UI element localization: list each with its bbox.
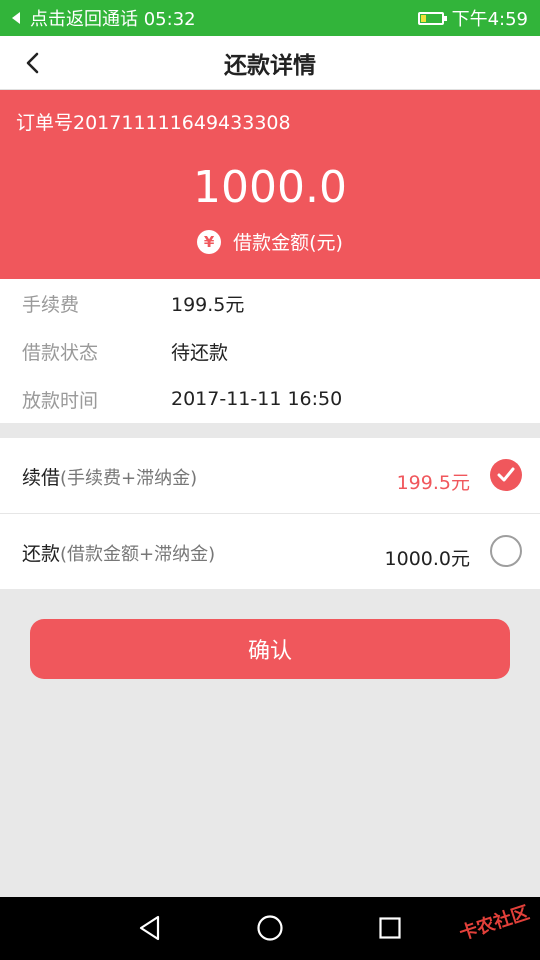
radio-unchecked-icon[interactable]	[490, 535, 522, 567]
info-key: 手续费	[22, 293, 80, 316]
nav-home-icon[interactable]	[253, 911, 287, 945]
system-nav-bar: 卡农社区	[0, 897, 540, 960]
yen-icon: ¥	[197, 229, 222, 254]
option-amount: 199.5元	[396, 472, 470, 494]
screen: 点击返回通话 05:32 下午4:59 还款详情 订单号201711111649…	[0, 0, 540, 960]
return-call-arrow-icon[interactable]	[12, 12, 20, 24]
info-row-status: 借款状态 待还款	[0, 327, 540, 375]
option-name: 还款	[22, 543, 61, 565]
info-key: 借款状态	[22, 341, 99, 364]
option-sub: (借款金额+滞纳金)	[60, 544, 216, 565]
order-summary: 订单号201711111649433308 1000.0 ¥ 借款金额(元)	[0, 90, 540, 279]
option-label: 还款(借款金额+滞纳金)	[22, 539, 215, 566]
status-bar: 点击返回通话 05:32 下午4:59	[0, 0, 540, 36]
confirm-button[interactable]: 确认	[30, 619, 510, 679]
title-bar: 还款详情	[0, 36, 540, 90]
nav-recents-icon[interactable]	[373, 911, 407, 945]
radio-checked-icon[interactable]	[490, 459, 522, 491]
option-sub: (手续费+滞纳金)	[60, 468, 198, 489]
loan-amount: 1000.0	[193, 162, 347, 213]
battery-icon	[417, 11, 447, 25]
order-number: 订单号201711111649433308	[16, 112, 291, 134]
loan-amount-label-row: ¥ 借款金额(元)	[0, 228, 540, 255]
option-amount: 1000.0元	[384, 548, 470, 570]
status-right: 下午4:59	[417, 0, 528, 36]
info-value: 2017-11-11 16:50	[171, 388, 343, 410]
back-button[interactable]	[14, 44, 52, 82]
option-name: 续借	[22, 467, 61, 489]
clock: 下午4:59	[451, 9, 528, 30]
repayment-options: 续借(手续费+滞纳金) 199.5元 还款(借款金额+滞纳金) 1000.0元	[0, 438, 540, 589]
info-row-fee: 手续费 199.5元	[0, 279, 540, 327]
watermark-logo: 卡农社区	[456, 902, 532, 945]
page-title: 还款详情	[224, 52, 316, 79]
info-value: 199.5元	[171, 293, 245, 316]
loan-amount-label: 借款金额(元)	[233, 232, 343, 254]
option-repay[interactable]: 还款(借款金额+滞纳金) 1000.0元	[0, 514, 540, 589]
option-label: 续借(手续费+滞纳金)	[22, 463, 197, 490]
info-value: 待还款	[171, 341, 229, 364]
info-row-disbursement-time: 放款时间 2017-11-11 16:50	[0, 375, 540, 423]
return-to-call-text[interactable]: 点击返回通话 05:32	[30, 5, 196, 31]
chevron-left-icon	[26, 52, 39, 74]
nav-back-icon[interactable]	[133, 911, 167, 945]
info-key: 放款时间	[22, 389, 99, 412]
option-renew[interactable]: 续借(手续费+滞纳金) 199.5元	[0, 438, 540, 514]
loan-info-list: 手续费 199.5元 借款状态 待还款 放款时间 2017-11-11 16:5…	[0, 279, 540, 423]
